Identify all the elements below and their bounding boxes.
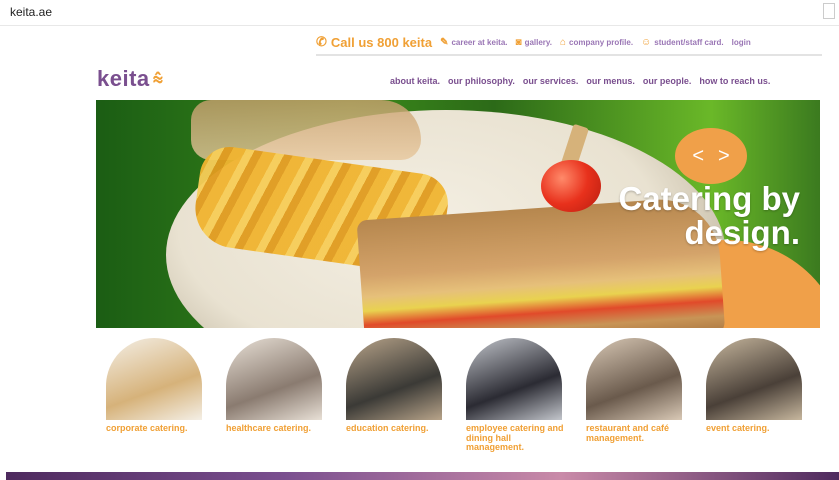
nav-philosophy[interactable]: our philosophy. [448, 76, 515, 86]
hat-icon: ⌂ [559, 36, 567, 48]
hero-tomato-image [541, 160, 601, 212]
hero-tagline-line1: Catering by [618, 180, 800, 217]
nav-people[interactable]: our people. [643, 76, 692, 86]
service-image[interactable] [706, 338, 802, 420]
nav-about[interactable]: about keita. [390, 76, 440, 86]
footer-band [6, 472, 839, 480]
smiley-icon: ☺ [641, 36, 652, 48]
service-label[interactable]: corporate catering. [106, 423, 206, 434]
logo-text: keita [97, 66, 150, 91]
utility-divider [316, 54, 822, 56]
carousel-next-icon[interactable]: > [718, 145, 730, 168]
nav-services[interactable]: our services. [523, 76, 579, 86]
call-text: Call us 800 keita [330, 34, 433, 50]
service-image[interactable] [346, 338, 442, 420]
nav-reach-us[interactable]: how to reach us. [699, 76, 770, 86]
phone-icon: ✆ [316, 34, 327, 49]
service-image[interactable] [106, 338, 202, 420]
service-label[interactable]: education catering. [346, 423, 446, 434]
service-image[interactable] [226, 338, 322, 420]
service-card[interactable]: education catering. [340, 338, 460, 453]
services-list: corporate catering. healthcare catering.… [100, 338, 820, 453]
company-profile-label: company profile. [569, 37, 634, 47]
service-card[interactable]: corporate catering. [100, 338, 220, 453]
student-staff-card-label: student/staff card. [654, 37, 724, 47]
service-image[interactable] [466, 338, 562, 420]
carousel-controls: < > [675, 128, 747, 184]
gallery-label: gallery. [524, 37, 552, 47]
window-control-icon[interactable] [823, 3, 835, 19]
student-staff-card-link[interactable]: ☺ student/staff card. [641, 37, 724, 48]
service-label[interactable]: employee catering and dining hall manage… [466, 423, 566, 453]
hero-tagline-line2: design. [684, 214, 800, 251]
keita-logo[interactable]: keita ⩯ [97, 66, 164, 92]
career-label: career at keita. [451, 37, 508, 47]
document-icon: ✎ [440, 36, 449, 48]
company-profile-link[interactable]: ⌂ company profile. [560, 37, 633, 48]
nav-menus[interactable]: our menus. [586, 76, 635, 86]
service-label[interactable]: healthcare catering. [226, 423, 326, 434]
utility-bar: ✆ Call us 800 keita ✎ career at keita. ◙… [316, 32, 822, 52]
service-card[interactable]: healthcare catering. [220, 338, 340, 453]
carousel-prev-icon[interactable]: < [692, 145, 704, 168]
url-text[interactable]: keita.ae [10, 5, 52, 19]
hero-banner: < > Catering by design. [96, 100, 820, 328]
call-link[interactable]: ✆ Call us 800 keita [316, 34, 432, 50]
service-card[interactable]: employee catering and dining hall manage… [460, 338, 580, 453]
main-nav: about keita. our philosophy. our service… [390, 76, 770, 86]
service-card[interactable]: event catering. [700, 338, 820, 453]
login-link[interactable]: login [732, 38, 751, 47]
camera-icon: ◙ [515, 36, 522, 48]
service-label[interactable]: event catering. [706, 423, 806, 434]
gallery-link[interactable]: ◙ gallery. [516, 37, 552, 48]
hero-tagline: Catering by design. [618, 182, 800, 250]
career-link[interactable]: ✎ career at keita. [440, 37, 507, 48]
service-image[interactable] [586, 338, 682, 420]
service-card[interactable]: restaurant and café management. [580, 338, 700, 453]
browser-address-bar: keita.ae [0, 0, 839, 26]
chef-hat-icon: ⩯ [152, 68, 164, 89]
service-label[interactable]: restaurant and café management. [586, 423, 686, 443]
